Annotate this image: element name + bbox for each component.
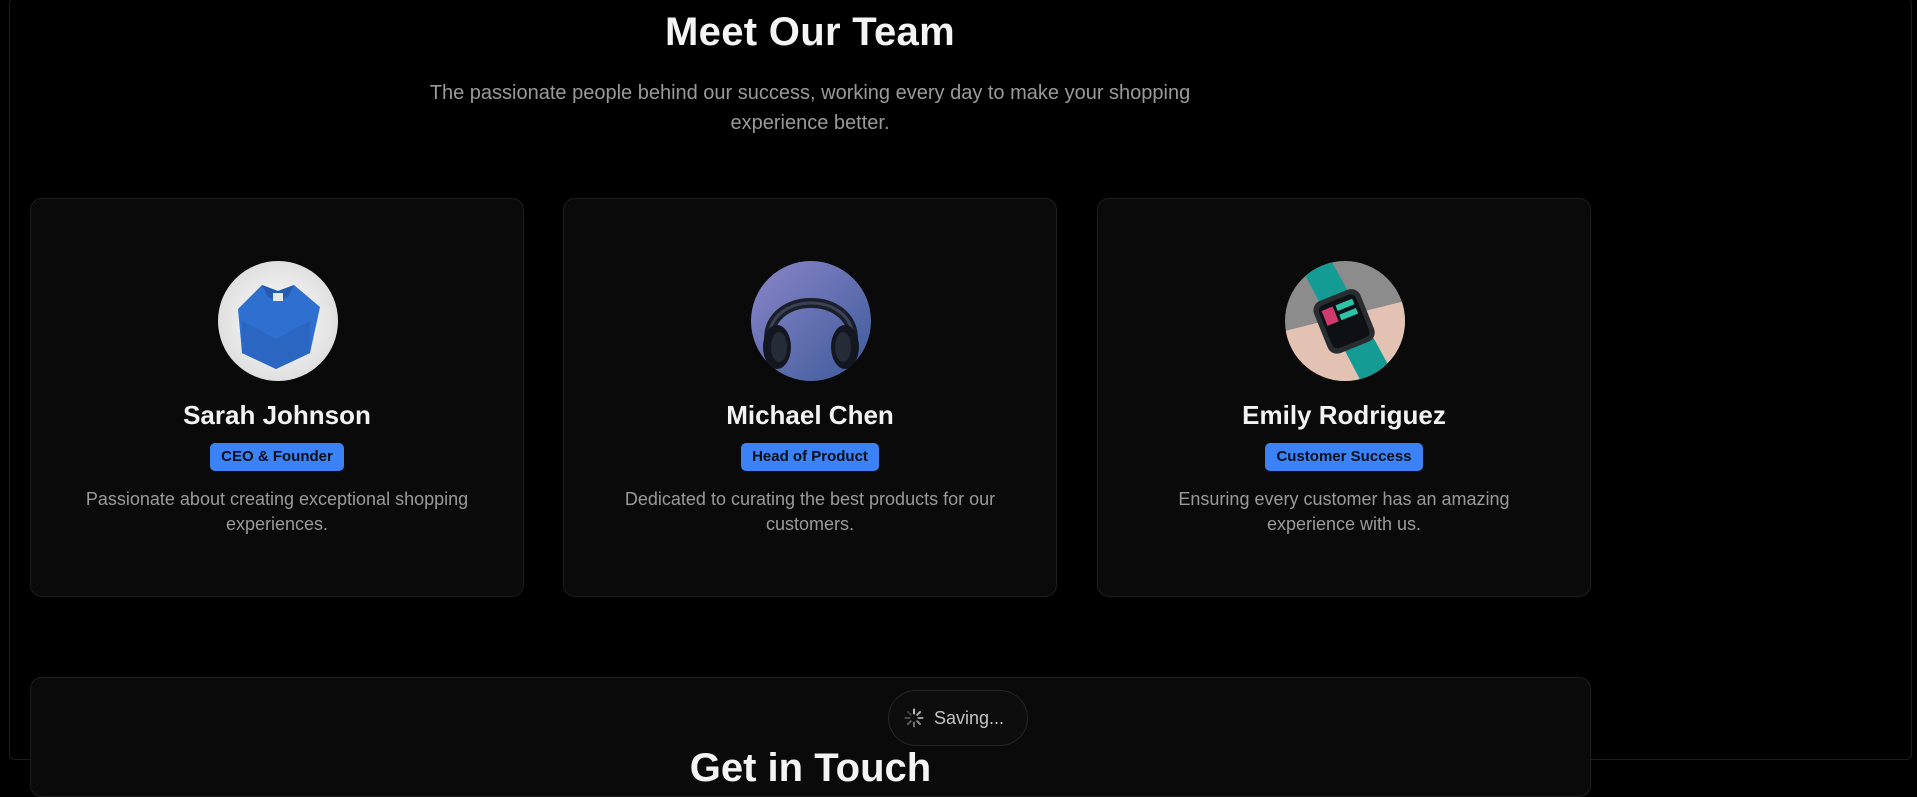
- headphones-photo-icon: [751, 261, 871, 381]
- avatar: [751, 261, 871, 381]
- saving-indicator: Saving...: [888, 690, 1028, 746]
- member-name: Sarah Johnson: [183, 400, 371, 430]
- team-section-subtitle: The passionate people behind our success…: [429, 82, 1191, 134]
- member-bio: Passionate about creating exceptional sh…: [85, 489, 469, 534]
- team-member-card: Emily Rodriguez Customer Success Ensurin…: [1097, 198, 1591, 597]
- member-name: Emily Rodriguez: [1242, 400, 1446, 430]
- team-member-card: Michael Chen Head of Product Dedicated t…: [563, 198, 1057, 597]
- member-name: Michael Chen: [726, 400, 894, 430]
- avatar: [218, 261, 338, 381]
- contact-section-title: Get in Touch: [689, 746, 932, 790]
- contact-card: Get in Touch: [30, 677, 1591, 797]
- team-section-title: Meet Our Team: [665, 10, 955, 54]
- smartwatch-photo-icon: [1285, 261, 1405, 381]
- avatar: [1285, 261, 1405, 381]
- role-badge: CEO & Founder: [210, 443, 344, 471]
- saving-label: Saving...: [934, 707, 1005, 728]
- member-bio: Ensuring every customer has an amazing e…: [1178, 489, 1510, 534]
- role-badge: Head of Product: [741, 443, 879, 471]
- tshirt-photo-icon: [218, 261, 338, 381]
- member-bio: Dedicated to curating the best products …: [624, 489, 996, 534]
- team-member-card: Sarah Johnson CEO & Founder Passionate a…: [30, 198, 524, 597]
- role-badge: Customer Success: [1265, 443, 1423, 471]
- spinner-icon: [904, 708, 924, 728]
